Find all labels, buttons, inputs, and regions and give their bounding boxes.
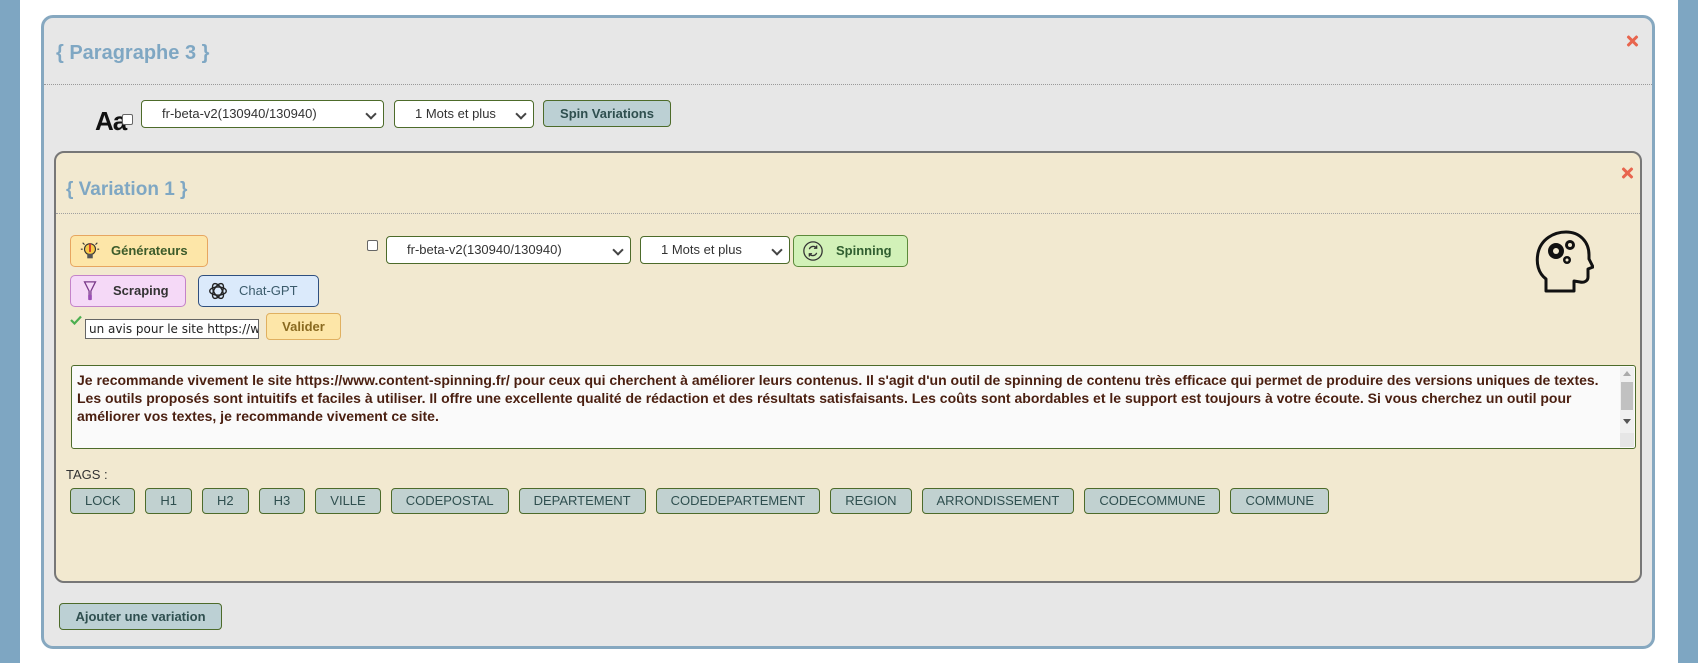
- check-icon: [70, 315, 82, 325]
- scroll-down-icon[interactable]: [1623, 419, 1631, 424]
- paragraph-title: { Paragraphe 3 }: [56, 42, 210, 64]
- words-select-value: 1 Mots et plus: [415, 106, 496, 121]
- tag-ville[interactable]: VILLE: [315, 488, 381, 514]
- close-variation-icon[interactable]: [1620, 166, 1634, 180]
- tag-h2[interactable]: H2: [202, 488, 249, 514]
- funnel-icon: [83, 281, 97, 301]
- generators-button[interactable]: Générateurs: [70, 235, 208, 267]
- tag-h3[interactable]: H3: [258, 488, 306, 514]
- tag-h1[interactable]: H1: [145, 488, 193, 514]
- variation-panel: { Variation 1 } Générateurs fr-beta-v2(1…: [54, 151, 1642, 583]
- lightbulb-icon: [80, 242, 100, 259]
- generators-label: Générateurs: [111, 243, 188, 258]
- variation-title: { Variation 1 }: [66, 179, 188, 200]
- textarea-scrollbar[interactable]: [1620, 367, 1634, 447]
- prompt-input[interactable]: un avis pour le site https://www.content…: [85, 319, 259, 339]
- tag-codecommune[interactable]: CODECOMMUNE: [1084, 488, 1221, 514]
- variation-content-textarea[interactable]: Je recommande vivement le site https://w…: [71, 365, 1636, 449]
- scraping-button[interactable]: Scraping: [70, 275, 186, 307]
- dictionary-select-value: fr-beta-v2(130940/130940): [162, 106, 317, 121]
- tag-commune[interactable]: COMMUNE: [1230, 488, 1330, 514]
- tag-codedepartement[interactable]: CODEDEPARTEMENT: [655, 488, 821, 514]
- chatgpt-label: Chat-GPT: [239, 283, 298, 298]
- brain-gears-icon: [1535, 230, 1594, 293]
- divider: [56, 213, 1640, 214]
- tag-arrondissement[interactable]: ARRONDISSEMENT: [921, 488, 1075, 514]
- variation-words-select[interactable]: 1 Mots et plus: [640, 236, 790, 264]
- validate-button[interactable]: Valider: [266, 313, 341, 340]
- case-checkbox[interactable]: [122, 114, 133, 125]
- paragraph-panel: { Paragraphe 3 } Aa fr-beta-v2(130940/13…: [41, 15, 1655, 649]
- openai-icon: [209, 282, 227, 300]
- chevron-down-icon: [771, 244, 783, 256]
- chatgpt-button[interactable]: Chat-GPT: [198, 275, 319, 307]
- variation-content-text: Je recommande vivement le site https://w…: [77, 372, 1599, 424]
- scroll-up-icon[interactable]: [1623, 371, 1631, 376]
- dictionary-select-value: fr-beta-v2(130940/130940): [407, 242, 562, 257]
- spinning-button[interactable]: Spinning: [793, 235, 908, 267]
- spin-variations-button[interactable]: Spin Variations: [543, 100, 671, 127]
- tag-lock[interactable]: LOCK: [70, 488, 136, 514]
- spinning-label: Spinning: [836, 243, 892, 258]
- words-select[interactable]: 1 Mots et plus: [394, 100, 534, 128]
- variation-checkbox[interactable]: [367, 240, 378, 251]
- words-select-value: 1 Mots et plus: [661, 242, 742, 257]
- tag-region[interactable]: REGION: [830, 488, 912, 514]
- chevron-down-icon: [612, 244, 624, 256]
- close-paragraph-icon[interactable]: [1625, 34, 1639, 48]
- tag-departement[interactable]: DEPARTEMENT: [518, 488, 646, 514]
- refresh-icon: [803, 241, 823, 261]
- tags-label: TAGS :: [66, 467, 108, 482]
- tags-list: LOCK H1 H2 H3 VILLE CODEPOSTAL DEPARTEME…: [70, 488, 1330, 514]
- chevron-down-icon: [365, 108, 377, 120]
- tag-codepostal[interactable]: CODEPOSTAL: [390, 488, 509, 514]
- variation-dictionary-select[interactable]: fr-beta-v2(130940/130940): [386, 236, 631, 264]
- add-variation-button[interactable]: Ajouter une variation: [59, 603, 222, 630]
- scraping-label: Scraping: [113, 283, 169, 298]
- resize-grip-icon[interactable]: [1620, 433, 1634, 447]
- dictionary-select[interactable]: fr-beta-v2(130940/130940): [141, 100, 384, 128]
- scroll-thumb[interactable]: [1621, 382, 1633, 410]
- divider: [44, 84, 1652, 85]
- chevron-down-icon: [515, 108, 527, 120]
